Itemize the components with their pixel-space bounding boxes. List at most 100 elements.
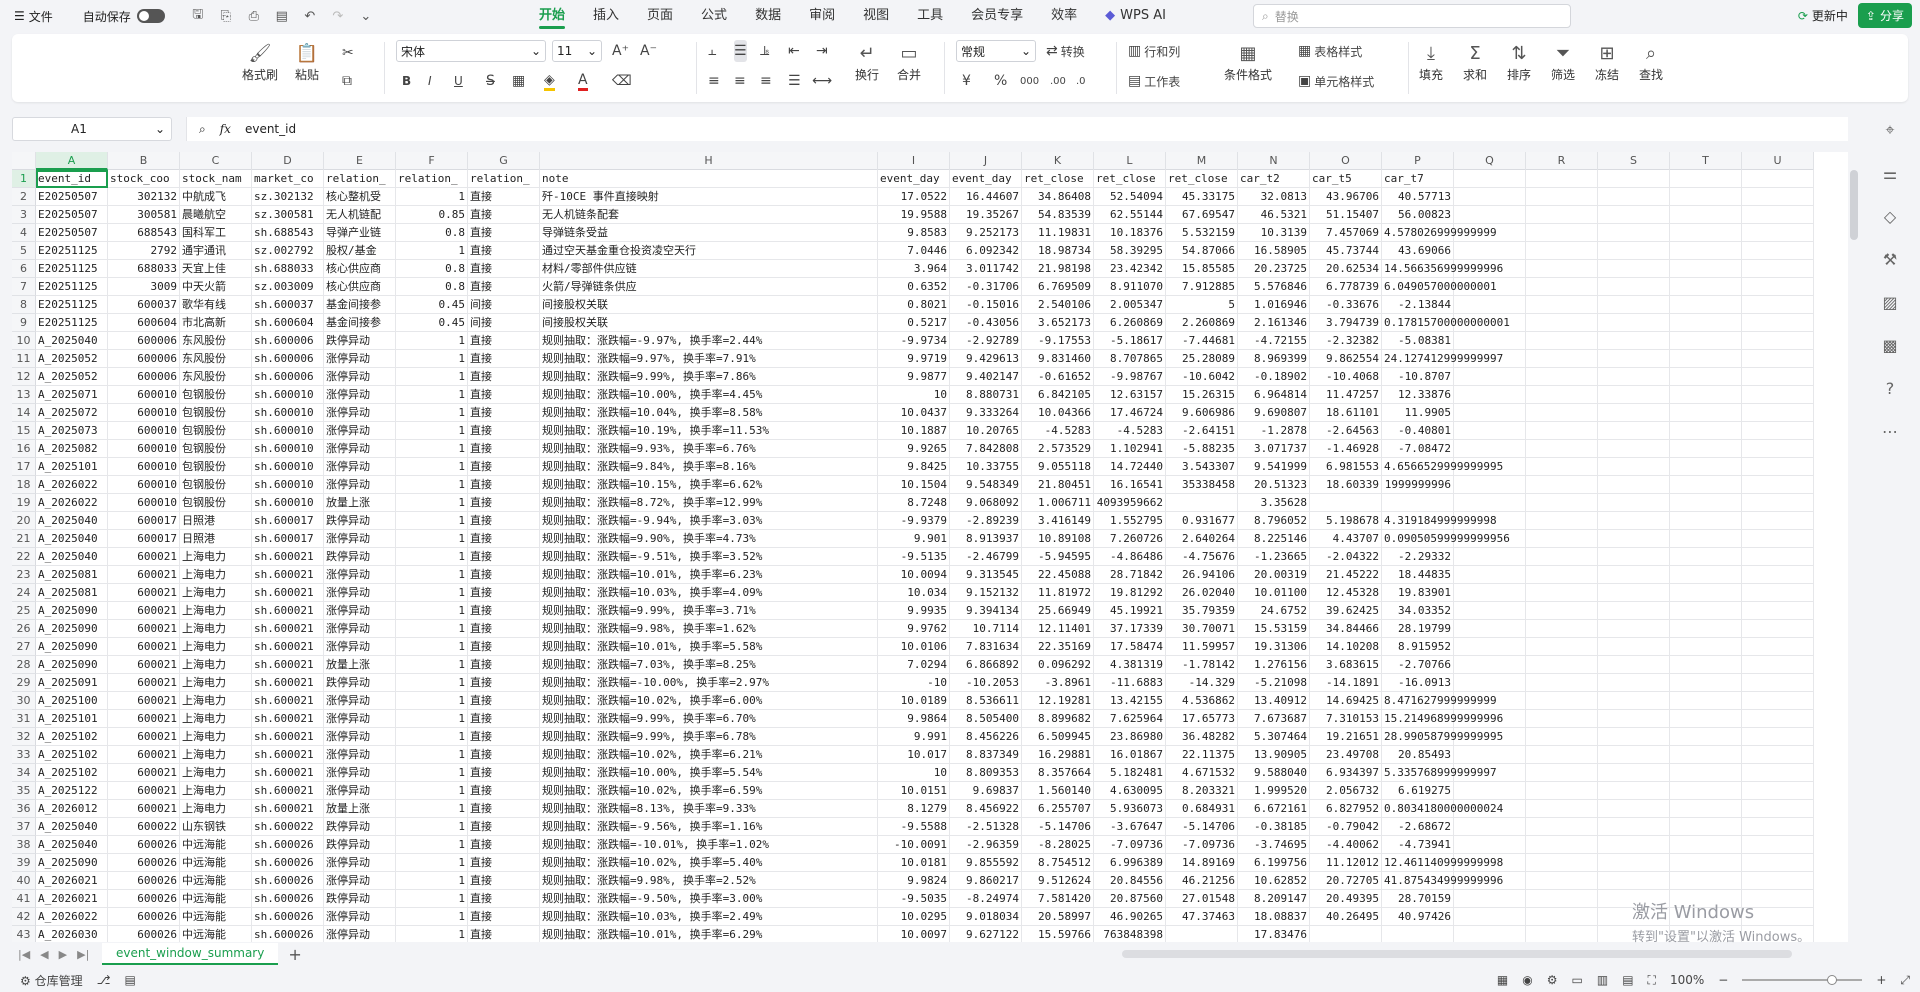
cell-d20[interactable]: sh.600017 <box>252 512 324 530</box>
cell-e15[interactable]: 涨停异动 <box>324 422 396 440</box>
cell-o28[interactable]: 3.683615 <box>1310 656 1382 674</box>
row-header[interactable]: 13 <box>12 386 36 404</box>
cell-p14[interactable]: 11.9905 <box>1382 404 1454 422</box>
cell-n27[interactable]: 19.31306 <box>1238 638 1310 656</box>
cell-c30[interactable]: 上海电力 <box>180 692 252 710</box>
repo-button[interactable]: ⚙ 仓库管理 <box>20 972 83 989</box>
cell-j13[interactable]: 8.880731 <box>950 386 1022 404</box>
filter-button[interactable]: ⏷ 筛选 <box>1550 40 1576 83</box>
cell-u8[interactable] <box>1742 296 1814 314</box>
cell-b7[interactable]: 3009 <box>108 278 180 296</box>
cell-h25[interactable]: 规则抽取：涨跌幅=9.99%, 换手率=3.71% <box>540 602 878 620</box>
cell-l4[interactable]: 10.18376 <box>1094 224 1166 242</box>
cell-b42[interactable]: 600026 <box>108 908 180 926</box>
cell-c25[interactable]: 上海电力 <box>180 602 252 620</box>
cell-j22[interactable]: -2.46799 <box>950 548 1022 566</box>
cell-h39[interactable]: 规则抽取：涨跌幅=10.02%, 换手率=5.40% <box>540 854 878 872</box>
cell-l21[interactable]: 7.260726 <box>1094 530 1166 548</box>
cell-h12[interactable]: 规则抽取：涨跌幅=9.99%, 换手率=7.86% <box>540 368 878 386</box>
column-header-h[interactable]: H <box>540 152 878 170</box>
cell-r6[interactable] <box>1526 260 1598 278</box>
cell-t31[interactable] <box>1670 710 1742 728</box>
cell-a20[interactable]: A_2025040 <box>36 512 108 530</box>
column-header-a[interactable]: A <box>36 152 108 170</box>
cell-g6[interactable]: 直接 <box>468 260 540 278</box>
convert-button[interactable]: ⇄ 转换 <box>1046 40 1085 62</box>
cell-h36[interactable]: 规则抽取：涨跌幅=8.13%, 换手率=9.33% <box>540 800 878 818</box>
cell-o27[interactable]: 14.10208 <box>1310 638 1382 656</box>
cell-o29[interactable]: -14.1891 <box>1310 674 1382 692</box>
cell-b26[interactable]: 600021 <box>108 620 180 638</box>
cell-j41[interactable]: -8.24974 <box>950 890 1022 908</box>
cell-s14[interactable] <box>1598 404 1670 422</box>
column-header-q[interactable]: Q <box>1454 152 1526 170</box>
row-header[interactable]: 36 <box>12 800 36 818</box>
cell-d14[interactable]: sh.600010 <box>252 404 324 422</box>
cell-a31[interactable]: A_2025101 <box>36 710 108 728</box>
column-header-r[interactable]: R <box>1526 152 1598 170</box>
cell-d1[interactable]: market_co <box>252 170 324 188</box>
cell-h15[interactable]: 规则抽取：涨跌幅=10.19%, 换手率=11.53% <box>540 422 878 440</box>
cell-e23[interactable]: 涨停异动 <box>324 566 396 584</box>
cell-e19[interactable]: 放量上涨 <box>324 494 396 512</box>
cell-o36[interactable]: 6.827952 <box>1310 800 1382 818</box>
cell-b40[interactable]: 600026 <box>108 872 180 890</box>
cell-h2[interactable]: 歼-10CE 事件直接映射 <box>540 188 878 206</box>
cell-l30[interactable]: 13.42155 <box>1094 692 1166 710</box>
cell-u18[interactable] <box>1742 476 1814 494</box>
cell-c22[interactable]: 上海电力 <box>180 548 252 566</box>
cell-d4[interactable]: sh.688543 <box>252 224 324 242</box>
cell-s26[interactable] <box>1598 620 1670 638</box>
cell-n30[interactable]: 13.40912 <box>1238 692 1310 710</box>
cell-c11[interactable]: 东风股份 <box>180 350 252 368</box>
distributed-button[interactable]: ⟷ <box>812 70 832 92</box>
cell-k11[interactable]: 9.831460 <box>1022 350 1094 368</box>
cell-p20[interactable]: 4.319184999999998 <box>1382 512 1497 530</box>
cell-l25[interactable]: 45.19921 <box>1094 602 1166 620</box>
cell-h37[interactable]: 规则抽取：涨跌幅=-9.56%, 换手率=1.16% <box>540 818 878 836</box>
align-top-button[interactable]: ⫠ <box>708 40 716 62</box>
cell-d36[interactable]: sh.600021 <box>252 800 324 818</box>
cell-l11[interactable]: 8.707865 <box>1094 350 1166 368</box>
cell-b3[interactable]: 300581 <box>108 206 180 224</box>
column-header-k[interactable]: K <box>1022 152 1094 170</box>
cell-k8[interactable]: 2.540106 <box>1022 296 1094 314</box>
cell-s18[interactable] <box>1598 476 1670 494</box>
cell-d41[interactable]: sh.600026 <box>252 890 324 908</box>
cell-r2[interactable] <box>1526 188 1598 206</box>
cell-j42[interactable]: 9.018034 <box>950 908 1022 926</box>
cell-k23[interactable]: 22.45088 <box>1022 566 1094 584</box>
cell-j21[interactable]: 8.913937 <box>950 530 1022 548</box>
cell-m1[interactable]: ret_close <box>1166 170 1238 188</box>
cell-j26[interactable]: 10.7114 <box>950 620 1022 638</box>
font-size-select[interactable]: 11 ⌄ <box>552 40 602 62</box>
cell-m4[interactable]: 5.532159 <box>1166 224 1238 242</box>
cell-a15[interactable]: A_2025073 <box>36 422 108 440</box>
cell-i21[interactable]: 9.901 <box>878 530 950 548</box>
cell-o16[interactable]: -1.46928 <box>1310 440 1382 458</box>
cell-r37[interactable] <box>1526 818 1598 836</box>
tab-tools[interactable]: 工具 <box>903 0 957 32</box>
cell-g28[interactable]: 直接 <box>468 656 540 674</box>
cell-j5[interactable]: 6.092342 <box>950 242 1022 260</box>
currency-button[interactable]: ¥ <box>962 70 971 92</box>
cell-e37[interactable]: 跌停异动 <box>324 818 396 836</box>
cell-p9[interactable]: 0.17815700000000001 <box>1382 314 1510 332</box>
cell-p32[interactable]: 28.990587999999995 <box>1382 728 1503 746</box>
cell-r8[interactable] <box>1526 296 1598 314</box>
cell-m8[interactable]: 5 <box>1166 296 1238 314</box>
cell-u22[interactable] <box>1742 548 1814 566</box>
cell-b41[interactable]: 600026 <box>108 890 180 908</box>
cell-p43[interactable] <box>1382 926 1454 942</box>
cell-i14[interactable]: 10.0437 <box>878 404 950 422</box>
cell-k42[interactable]: 20.58997 <box>1022 908 1094 926</box>
file-menu[interactable]: ☰ 文件 <box>8 6 59 27</box>
cell-o4[interactable]: 7.457069 <box>1310 224 1382 242</box>
cell-b14[interactable]: 600010 <box>108 404 180 422</box>
fx-icon[interactable]: fx <box>220 122 231 136</box>
cell-p37[interactable]: -2.68672 <box>1382 818 1454 836</box>
cell-q12[interactable] <box>1454 368 1526 386</box>
cell-n14[interactable]: 9.690807 <box>1238 404 1310 422</box>
cell-m16[interactable]: -5.88235 <box>1166 440 1238 458</box>
cell-r13[interactable] <box>1526 386 1598 404</box>
